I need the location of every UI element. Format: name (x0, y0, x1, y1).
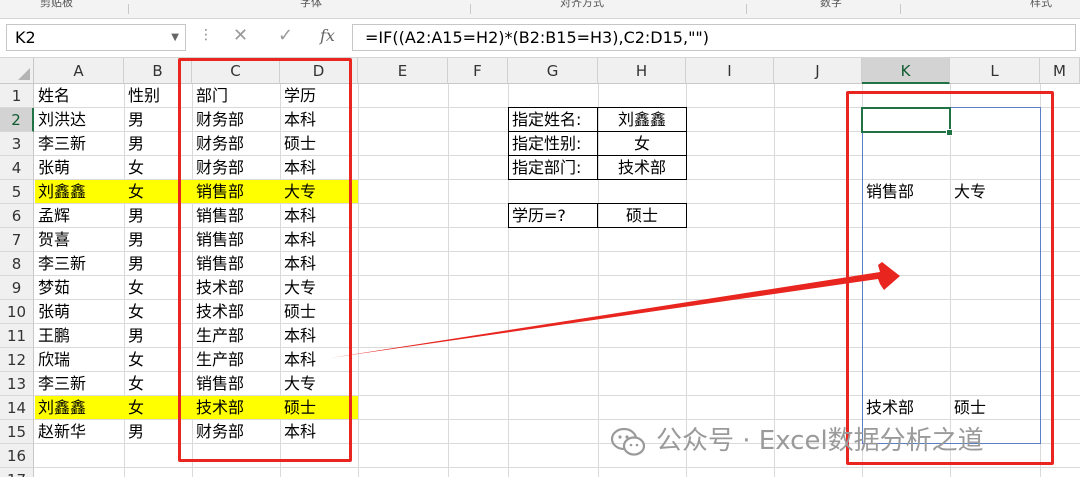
annotation-arrow (330, 262, 900, 358)
arrow-shaft-icon (330, 262, 900, 358)
